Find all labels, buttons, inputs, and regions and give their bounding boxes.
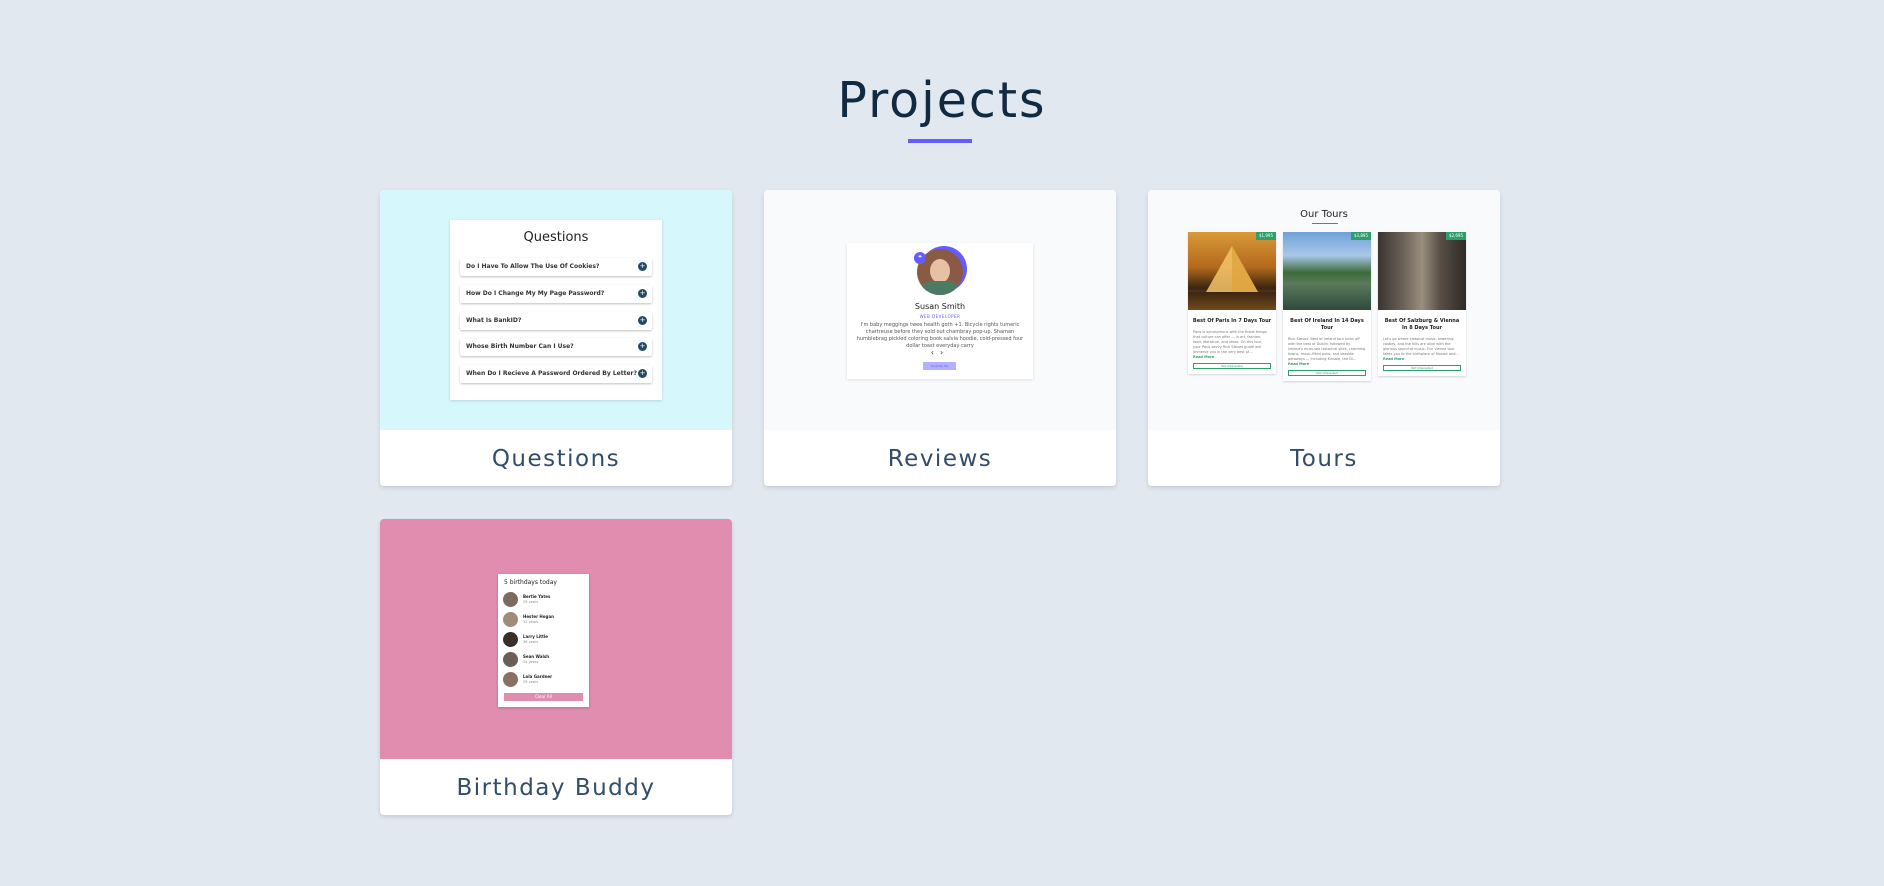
tour-image: $2,695: [1378, 232, 1466, 310]
project-card-questions[interactable]: Questions Do I Have To Allow The Use Of …: [380, 190, 732, 486]
question-item: How Do I Change My My Page Password? +: [460, 285, 652, 303]
project-label[interactable]: Tours: [1148, 430, 1500, 486]
avatar: [503, 592, 518, 607]
plus-icon: +: [638, 369, 647, 378]
question-item: What Is BankID? +: [460, 312, 652, 330]
tour-name: Best Of Ireland In 14 Days Tour: [1290, 318, 1364, 331]
person-item: Sean Walsh 34 years: [503, 652, 583, 668]
avatar: [503, 612, 518, 627]
plus-icon: +: [638, 342, 647, 351]
tour-price: $1,995: [1256, 232, 1276, 240]
project-card-tours[interactable]: Our Tours $1,995 Best Of Paris In 7 Days…: [1148, 190, 1500, 486]
project-thumbnail[interactable]: Our Tours $1,995 Best Of Paris In 7 Days…: [1148, 190, 1500, 430]
chevron-right-icon: ›: [940, 348, 950, 357]
tour-card: $1,995 Best Of Paris In 7 Days Tour Pari…: [1188, 232, 1276, 374]
project-card-birthday-buddy[interactable]: 5 birthdays today Bertie Yates 29 years H…: [380, 519, 732, 815]
clear-all-button: Clear All: [504, 693, 583, 701]
tours-title-underline: [1312, 223, 1338, 224]
birthday-preview: 5 birthdays today Bertie Yates 29 years H…: [498, 574, 589, 707]
title-underline: [908, 139, 972, 143]
person-item: Bertie Yates 29 years: [503, 592, 583, 608]
project-label[interactable]: Questions: [380, 430, 732, 486]
questions-preview: Questions Do I Have To Allow The Use Of …: [450, 220, 662, 400]
tour-name: Best Of Paris In 7 Days Tour: [1192, 318, 1272, 324]
quote-icon: ❝: [914, 252, 926, 264]
tour-image: $3,895: [1283, 232, 1371, 310]
read-more-link: Read More: [1383, 357, 1405, 361]
read-more-link: Read More: [1288, 362, 1310, 366]
tour-desc: Let's go where classical music, towering…: [1383, 337, 1459, 356]
tour-price: $3,895: [1351, 232, 1371, 240]
project-thumbnail[interactable]: 5 birthdays today Bertie Yates 29 years H…: [380, 519, 732, 759]
tour-image: $1,995: [1188, 232, 1276, 310]
tour-desc: Rick Steves' Best of Ireland tour kicks …: [1288, 337, 1366, 361]
questions-preview-title: Questions: [523, 230, 589, 245]
reviewer-name: Susan Smith: [914, 302, 966, 311]
plus-icon: +: [638, 316, 647, 325]
reviewer-job: WEB DEVELOPER: [919, 314, 961, 319]
question-item: Do I Have To Allow The Use Of Cookies? +: [460, 258, 652, 276]
tour-price: $2,695: [1446, 232, 1466, 240]
person-item: Hester Hogan 32 years: [503, 612, 583, 628]
tours-preview-title: Our Tours: [1300, 209, 1348, 220]
not-interested-button: Not Interested: [1383, 365, 1461, 371]
person-item: Larry Little 36 years: [503, 632, 583, 648]
avatar: [503, 652, 518, 667]
tour-desc: Paris is synonymous with the finest thin…: [1193, 330, 1267, 354]
review-text: I'm baby meggings twee health goth +1. B…: [856, 322, 1024, 349]
project-thumbnail[interactable]: Questions Do I Have To Allow The Use Of …: [380, 190, 732, 430]
tour-card: $2,695 Best Of Salzburg & Vienna In 8 Da…: [1378, 232, 1466, 376]
person-item: Lola Gardner 29 years: [503, 672, 583, 688]
plus-icon: +: [638, 289, 647, 298]
project-label[interactable]: Reviews: [764, 430, 1116, 486]
question-item: Whose Birth Number Can I Use? +: [460, 338, 652, 356]
read-more-link: Read More: [1193, 355, 1215, 359]
project-card-reviews[interactable]: ❝ Susan Smith WEB DEVELOPER I'm baby meg…: [764, 190, 1116, 486]
project-thumbnail[interactable]: ❝ Susan Smith WEB DEVELOPER I'm baby meg…: [764, 190, 1116, 430]
review-arrows: ‹›: [847, 348, 1033, 357]
tour-card: $3,895 Best Of Ireland In 14 Days Tour R…: [1283, 232, 1371, 381]
reviews-preview: ❝ Susan Smith WEB DEVELOPER I'm baby meg…: [847, 243, 1033, 379]
project-label[interactable]: Birthday Buddy: [380, 759, 732, 815]
plus-icon: +: [638, 262, 647, 271]
not-interested-button: Not Interested: [1288, 370, 1366, 376]
surprise-button: Surprise Me: [923, 362, 956, 370]
birthday-preview-title: 5 birthdays today: [504, 579, 557, 586]
tour-name: Best Of Salzburg & Vienna In 8 Days Tour: [1384, 318, 1460, 331]
question-item: When Do I Recieve A Password Ordered By …: [460, 365, 652, 383]
not-interested-button: Not Interested: [1193, 363, 1271, 369]
chevron-left-icon: ‹: [930, 348, 940, 357]
avatar: [503, 632, 518, 647]
avatar: [503, 672, 518, 687]
page-title: Projects: [837, 72, 1047, 129]
